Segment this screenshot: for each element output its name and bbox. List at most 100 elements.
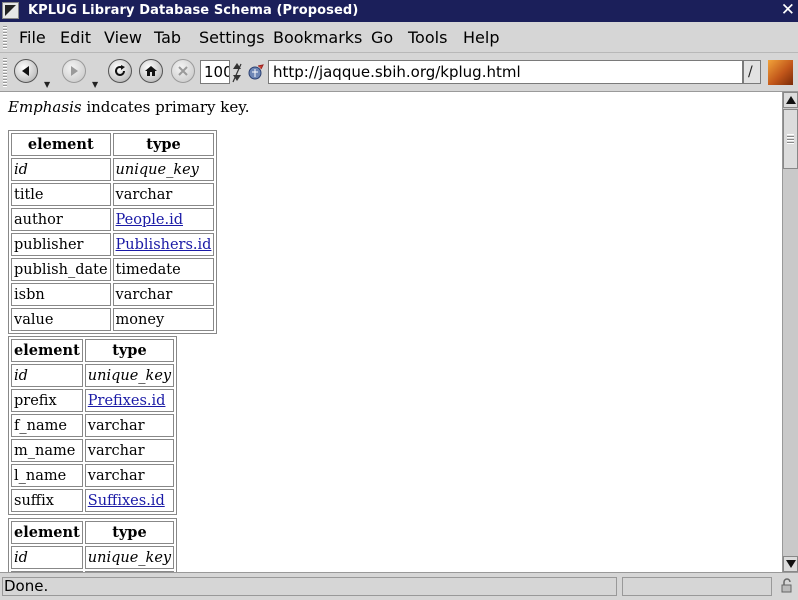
type-link[interactable]: People.id	[116, 212, 183, 228]
reload-button[interactable]	[108, 59, 132, 83]
cell-element: f_name	[11, 414, 83, 437]
intro-rest: indcates primary key.	[81, 98, 250, 116]
type-link[interactable]: Publishers.id	[116, 237, 212, 253]
table-row: suffix Suffixes.id	[11, 489, 175, 512]
table-row: prefix Prefixes.id	[11, 389, 175, 412]
status-progress-pane	[622, 577, 772, 596]
menu-file[interactable]: File	[19, 28, 46, 47]
table-row: title varchar	[11, 183, 215, 206]
schema-table-3: element type id unique_key	[8, 518, 178, 572]
throbber-icon[interactable]	[768, 60, 793, 85]
scroll-down-button[interactable]	[783, 556, 798, 572]
scroll-down-arrow-icon	[786, 560, 796, 568]
cell-type: varchar	[84, 439, 175, 462]
cell-element: publish_date	[11, 258, 111, 281]
cell-element: value	[11, 308, 111, 331]
stop-button[interactable]	[171, 59, 195, 83]
status-bar: Done.	[0, 572, 798, 600]
cell-element: suffix	[11, 489, 83, 512]
title-bar: KPLUG Library Database Schema (Proposed)…	[0, 0, 798, 22]
cell-type: unique_key	[112, 158, 215, 181]
header-type: type	[84, 521, 175, 544]
cell-element: id	[11, 546, 83, 569]
menu-tab[interactable]: Tab	[154, 28, 181, 47]
schema-table-1: element type id unique_key title varchar autho…	[8, 130, 218, 334]
cell-type: Suffixes.id	[84, 489, 175, 512]
back-button[interactable]	[14, 59, 38, 83]
cell-type: unique_key	[84, 546, 175, 569]
table-row: value money	[11, 308, 215, 331]
window-menu-icon[interactable]	[2, 2, 19, 19]
table-row: id unique_key	[11, 546, 175, 569]
cell-element: isbn	[11, 283, 111, 306]
zoom-spinner-icon[interactable]	[231, 60, 243, 84]
table-row: author People.id	[11, 208, 215, 231]
cell-type: People.id	[112, 208, 215, 231]
url-dropdown-button[interactable]: /	[743, 60, 761, 84]
header-type: type	[112, 133, 215, 156]
menu-go[interactable]: Go	[371, 28, 393, 47]
vertical-scrollbar[interactable]	[782, 92, 798, 572]
status-text: Done.	[2, 577, 617, 596]
table-row: publish_date timedate	[11, 258, 215, 281]
table-header-row: element type	[11, 339, 175, 362]
url-dropdown-glyph: /	[748, 64, 753, 80]
cell-element: id	[11, 158, 111, 181]
type-link[interactable]: Prefixes.id	[88, 393, 166, 409]
back-arrow-icon	[22, 66, 29, 76]
scroll-thumb[interactable]	[783, 109, 798, 169]
menu-bar: File Edit View Tab Settings Bookmarks Go…	[0, 22, 798, 53]
menu-settings[interactable]: Settings	[199, 28, 265, 47]
cell-element: id	[11, 364, 83, 387]
cell-element: author	[11, 208, 111, 231]
back-history-dropdown-icon[interactable]: ▼	[44, 80, 50, 89]
menu-tools[interactable]: Tools	[408, 28, 447, 47]
schema-table-2: element type id unique_key prefix Prefixes.id…	[8, 336, 178, 515]
cell-type: varchar	[84, 464, 175, 487]
scroll-up-button[interactable]	[783, 92, 798, 108]
close-icon[interactable]: ✕	[781, 1, 795, 20]
cell-type: unique_key	[84, 364, 175, 387]
header-type: type	[84, 339, 175, 362]
intro-text: Emphasis indcates primary key.	[8, 98, 250, 116]
page-content: Emphasis indcates primary key. element ty…	[0, 92, 782, 572]
cell-element: prefix	[11, 389, 83, 412]
intro-emphasis: Emphasis	[8, 98, 82, 116]
home-icon	[145, 66, 157, 76]
toolbar-grip-icon[interactable]	[3, 57, 7, 87]
cell-type: Publishers.id	[112, 233, 215, 256]
table-row: id unique_key	[11, 158, 215, 181]
header-element: element	[11, 133, 111, 156]
reload-icon	[115, 65, 125, 76]
menu-view[interactable]: View	[104, 28, 142, 47]
security-lock-icon[interactable]	[778, 578, 794, 594]
forward-arrow-icon	[71, 66, 78, 76]
type-link[interactable]: Suffixes.id	[88, 493, 165, 509]
cell-type: varchar	[112, 283, 215, 306]
table-header-row: element type	[11, 521, 175, 544]
cell-type: money	[112, 308, 215, 331]
table-header-row: element type	[11, 133, 215, 156]
forward-history-dropdown-icon[interactable]: ▼	[92, 80, 98, 89]
window-title: KPLUG Library Database Schema (Proposed)	[28, 3, 359, 18]
stop-icon	[178, 66, 188, 76]
menu-edit[interactable]: Edit	[60, 28, 91, 47]
menu-help[interactable]: Help	[463, 28, 499, 47]
cell-element: m_name	[11, 439, 83, 462]
cell-type: Prefixes.id	[84, 389, 175, 412]
forward-button[interactable]	[62, 59, 86, 83]
cell-type: varchar	[112, 183, 215, 206]
menu-bookmarks[interactable]: Bookmarks	[273, 28, 362, 47]
table-row: l_name varchar	[11, 464, 175, 487]
home-button[interactable]	[139, 59, 163, 83]
zoom-input[interactable]: 100	[200, 60, 230, 84]
table-row: publisher Publishers.id	[11, 233, 215, 256]
menubar-grip-icon[interactable]	[3, 25, 7, 49]
cell-type: varchar	[84, 414, 175, 437]
cell-element: l_name	[11, 464, 83, 487]
header-element: element	[11, 521, 83, 544]
url-input[interactable]: http://jaqque.sbih.org/kplug.html	[268, 60, 743, 84]
cell-element: publisher	[11, 233, 111, 256]
table-row: id unique_key	[11, 364, 175, 387]
cell-type: timedate	[112, 258, 215, 281]
